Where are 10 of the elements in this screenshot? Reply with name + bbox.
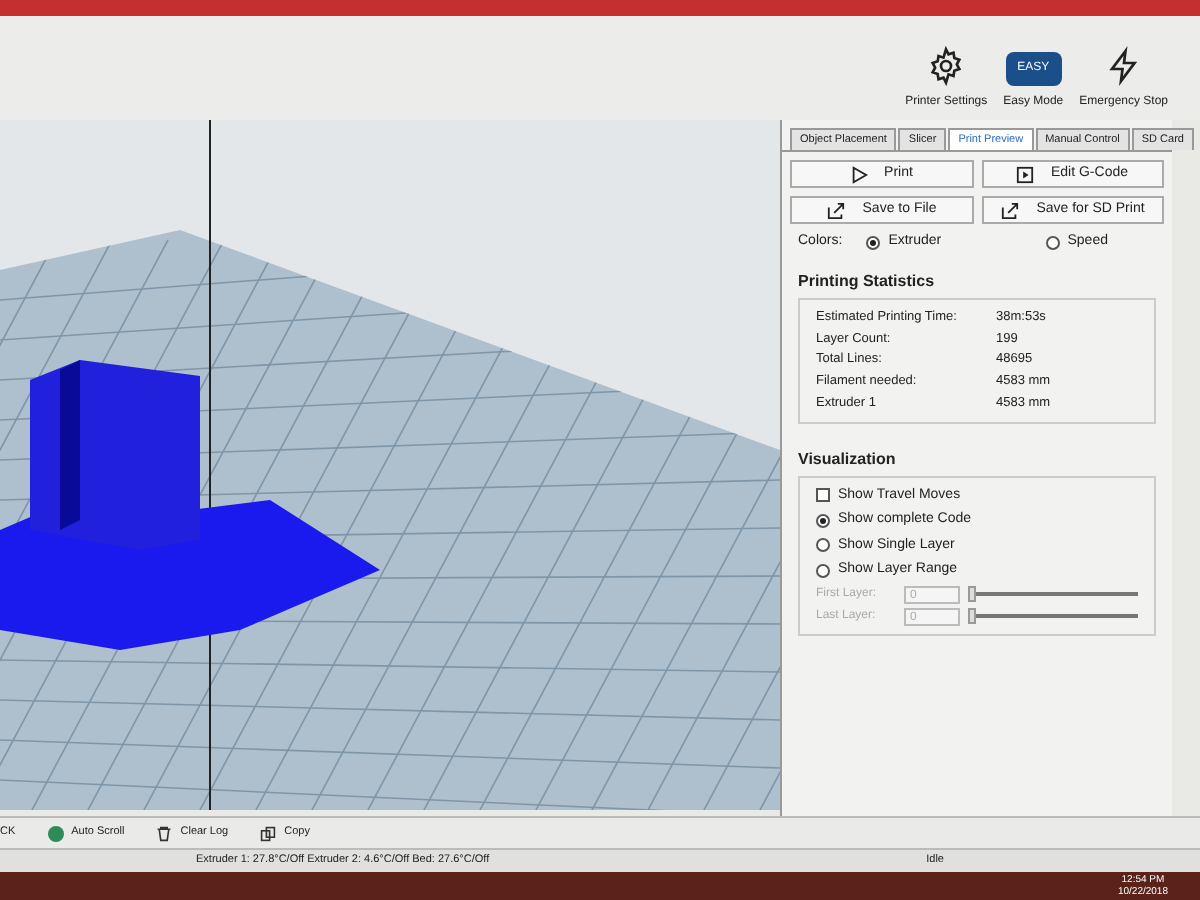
- copy-icon: [260, 825, 277, 841]
- export-icon: [826, 201, 847, 220]
- gear-icon: [926, 46, 967, 86]
- section-title: Printing Statistics: [798, 269, 937, 294]
- trash-icon: [156, 825, 173, 841]
- document-icon: [1016, 165, 1035, 184]
- play-icon: [850, 165, 869, 184]
- export-icon: [1000, 201, 1021, 220]
- lightning-bolt-icon: [1105, 46, 1142, 86]
- section-title: Visualization: [798, 447, 898, 471]
